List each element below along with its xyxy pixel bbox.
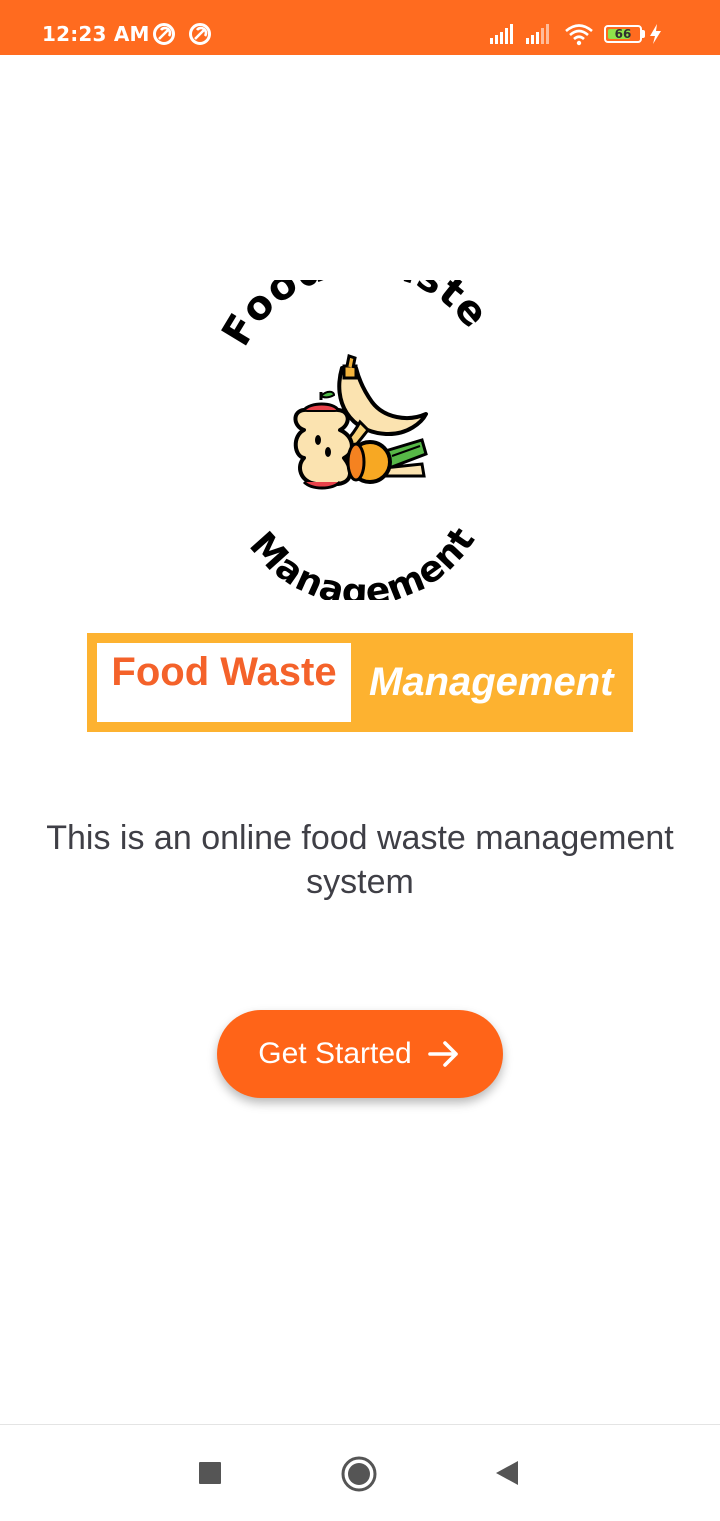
description-text: This is an online food waste management … xyxy=(46,819,674,901)
home-button[interactable] xyxy=(340,1455,378,1493)
get-started-label: Get Started xyxy=(258,1037,412,1070)
status-bar: 12:23 AM 66 xyxy=(0,0,720,55)
logo-arc-bottom-text: Management xyxy=(241,520,483,600)
get-started-button[interactable]: Get Started xyxy=(217,1010,503,1098)
recents-button[interactable] xyxy=(198,1461,222,1485)
signal-icon xyxy=(526,24,549,44)
signal-icon xyxy=(490,24,513,44)
app-logo: Food Waste Management xyxy=(213,280,497,600)
back-button[interactable] xyxy=(494,1459,520,1487)
battery-level: 66 xyxy=(614,27,632,41)
title-management: Management xyxy=(369,660,614,704)
vegetable-scraps-icon xyxy=(346,438,428,484)
battery-tip xyxy=(642,30,645,38)
arrow-right-icon xyxy=(427,1041,458,1067)
title-food-waste: Food Waste xyxy=(111,650,337,694)
logo-arc-top-text: Food Waste xyxy=(213,280,497,354)
status-time: 12:23 AM xyxy=(42,22,150,46)
app-notification-icon xyxy=(189,23,211,45)
charging-icon xyxy=(650,24,661,44)
status-icons: 66 xyxy=(490,22,690,46)
app-notification-icon xyxy=(153,23,175,45)
battery-icon: 66 xyxy=(604,25,642,43)
wifi-icon xyxy=(565,24,593,46)
navigation-bar xyxy=(0,1424,720,1521)
title-banner: Food Waste Management xyxy=(87,633,633,732)
